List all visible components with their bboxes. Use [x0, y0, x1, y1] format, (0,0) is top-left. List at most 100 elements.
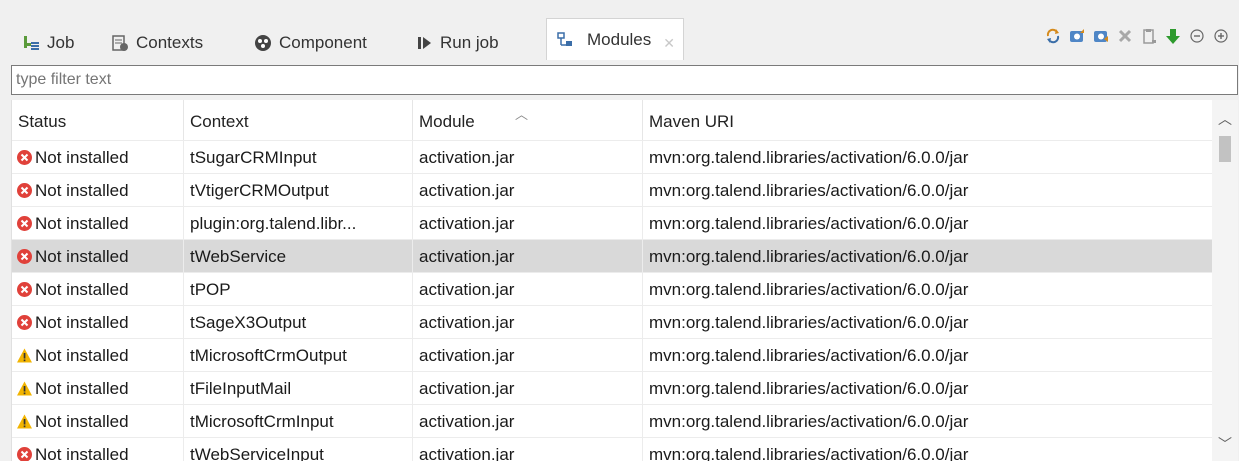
cell-text: Not installed — [35, 411, 129, 431]
cell-text: tMicrosoftCrmInput — [190, 411, 334, 431]
cell-maven-uri: mvn:org.talend.libraries/activation/6.0.… — [643, 306, 1213, 339]
sort-ascending-icon: ︿ — [515, 107, 529, 122]
cell-maven-uri: mvn:org.talend.libraries/activation/6.0.… — [643, 339, 1213, 372]
error-icon — [16, 215, 35, 232]
cell-text: Not installed — [35, 312, 129, 332]
cell-module: activation.jar — [413, 273, 643, 306]
cell-text: Not installed — [35, 246, 129, 266]
table-row[interactable]: Not installed tVtigerCRMOutput activation.… — [12, 173, 1213, 207]
cell-status: Not installed — [12, 174, 184, 207]
delete-icon[interactable] — [1115, 26, 1135, 46]
cell-context: tSugarCRMInput — [184, 141, 413, 174]
table-row[interactable]: Not installed plugin:org.talend.libr... ac… — [12, 206, 1213, 240]
cell-text: mvn:org.talend.libraries/activation/6.0.… — [649, 279, 969, 299]
cell-text: mvn:org.talend.libraries/activation/6.0.… — [649, 345, 969, 365]
export-icon[interactable] — [1091, 26, 1111, 46]
table-row[interactable]: Not installed tPOP activation.jar mvn:org.t… — [12, 272, 1213, 306]
cell-context: tVtigerCRMOutput — [184, 174, 413, 207]
table-row[interactable]: Not installed tFileInputMail activation.ja… — [12, 371, 1213, 405]
tab-modules[interactable]: Modules ✕ — [546, 18, 684, 60]
cell-module: activation.jar — [413, 372, 643, 405]
table-row[interactable]: Not installed tSugarCRMInput activation.ja… — [12, 140, 1213, 174]
download-icon[interactable] — [1163, 26, 1183, 46]
cell-text: tWebServiceInput — [190, 444, 324, 461]
column-header-module[interactable]: Module ︿ — [413, 100, 643, 140]
cell-text: Not installed — [35, 213, 129, 233]
cell-maven-uri: mvn:org.talend.libraries/activation/6.0.… — [643, 141, 1213, 174]
cell-text: activation.jar — [419, 345, 515, 365]
cell-text: tSageX3Output — [190, 312, 307, 332]
tab-run-job-label: Run job — [440, 33, 499, 52]
job-icon — [21, 33, 41, 53]
cell-status: Not installed — [12, 405, 184, 438]
filter-input[interactable] — [11, 65, 1238, 95]
cell-text: tWebService — [190, 246, 287, 266]
import-icon[interactable] — [1067, 26, 1087, 46]
cell-status: Not installed — [12, 141, 184, 174]
scroll-down-icon[interactable]: ﹀ — [1212, 433, 1238, 455]
cell-module: activation.jar — [413, 174, 643, 207]
cell-text: Not installed — [35, 180, 129, 200]
error-icon — [16, 446, 35, 461]
cell-context: tPOP — [184, 273, 413, 306]
scrollbar-thumb[interactable] — [1219, 136, 1231, 162]
cell-status: Not installed — [12, 438, 184, 461]
error-icon — [16, 248, 35, 265]
cell-maven-uri: mvn:org.talend.libraries/activation/6.0.… — [643, 174, 1213, 207]
cell-text: plugin:org.talend.libr... — [190, 213, 357, 233]
scroll-up-icon[interactable]: ︿ — [1212, 108, 1238, 130]
cell-text: Not installed — [35, 378, 129, 398]
cell-text: mvn:org.talend.libraries/activation/6.0.… — [649, 213, 969, 233]
cell-text: mvn:org.talend.libraries/activation/6.0.… — [649, 246, 969, 266]
cell-maven-uri: mvn:org.talend.libraries/activation/6.0.… — [643, 207, 1213, 240]
table-row[interactable]: Not installed tWebServiceInput activation.… — [12, 437, 1213, 461]
tab-component[interactable]: Component — [253, 26, 367, 60]
table-header: Status Context Module ︿ Maven URI — [12, 100, 1213, 140]
cell-context: tWebService — [184, 240, 413, 273]
cell-text: mvn:org.talend.libraries/activation/6.0.… — [649, 312, 969, 332]
tab-contexts-label: Contexts — [136, 33, 204, 52]
expand-icon[interactable] — [1211, 26, 1231, 46]
tab-job[interactable]: Job — [21, 26, 74, 60]
modules-table: Status Context Module ︿ Maven URI Not in… — [11, 100, 1238, 461]
view-toolbar — [1043, 26, 1231, 46]
vertical-scrollbar[interactable]: ︿ ﹀ — [1212, 100, 1238, 461]
cell-module: activation.jar — [413, 339, 643, 372]
error-icon — [16, 314, 35, 331]
run-job-icon — [414, 33, 434, 53]
table-row[interactable]: Not installed tSageX3Output activation.jar… — [12, 305, 1213, 339]
cell-text: tSugarCRMInput — [190, 147, 317, 167]
table-row[interactable]: Not installed tMicrosoftCrmOutput activati… — [12, 338, 1213, 372]
collapse-icon[interactable] — [1187, 26, 1207, 46]
close-icon[interactable]: ✕ — [663, 35, 675, 52]
cell-status: Not installed — [12, 306, 184, 339]
modules-icon — [555, 30, 575, 50]
cell-text: Not installed — [35, 147, 129, 167]
column-header-context[interactable]: Context — [184, 100, 413, 140]
warning-icon — [16, 413, 35, 430]
cell-text: Not installed — [35, 444, 129, 461]
cell-text: activation.jar — [419, 411, 515, 431]
table-row[interactable]: Not installed tMicrosoftCrmInput activatio… — [12, 404, 1213, 438]
table-row[interactable]: Not installed tWebService activation.jar mv… — [12, 239, 1213, 273]
cell-module: activation.jar — [413, 141, 643, 174]
cell-status: Not installed — [12, 240, 184, 273]
error-icon — [16, 182, 35, 199]
column-header-status[interactable]: Status — [12, 100, 184, 140]
clipboard-icon[interactable] — [1139, 26, 1159, 46]
cell-text: mvn:org.talend.libraries/activation/6.0.… — [649, 180, 969, 200]
cell-text: activation.jar — [419, 378, 515, 398]
tab-run-job[interactable]: Run job — [414, 26, 499, 60]
column-header-label: Module — [419, 112, 475, 131]
cell-status: Not installed — [12, 207, 184, 240]
cell-text: tVtigerCRMOutput — [190, 180, 329, 200]
error-icon — [16, 149, 35, 166]
cell-text: activation.jar — [419, 180, 515, 200]
cell-maven-uri: mvn:org.talend.libraries/activation/6.0.… — [643, 273, 1213, 306]
tab-modules-label: Modules — [587, 29, 652, 49]
refresh-icon[interactable] — [1043, 26, 1063, 46]
cell-text: mvn:org.talend.libraries/activation/6.0.… — [649, 444, 969, 461]
column-header-maven-uri[interactable]: Maven URI — [643, 100, 1213, 140]
tab-contexts[interactable]: Contexts — [110, 26, 203, 60]
cell-module: activation.jar — [413, 405, 643, 438]
